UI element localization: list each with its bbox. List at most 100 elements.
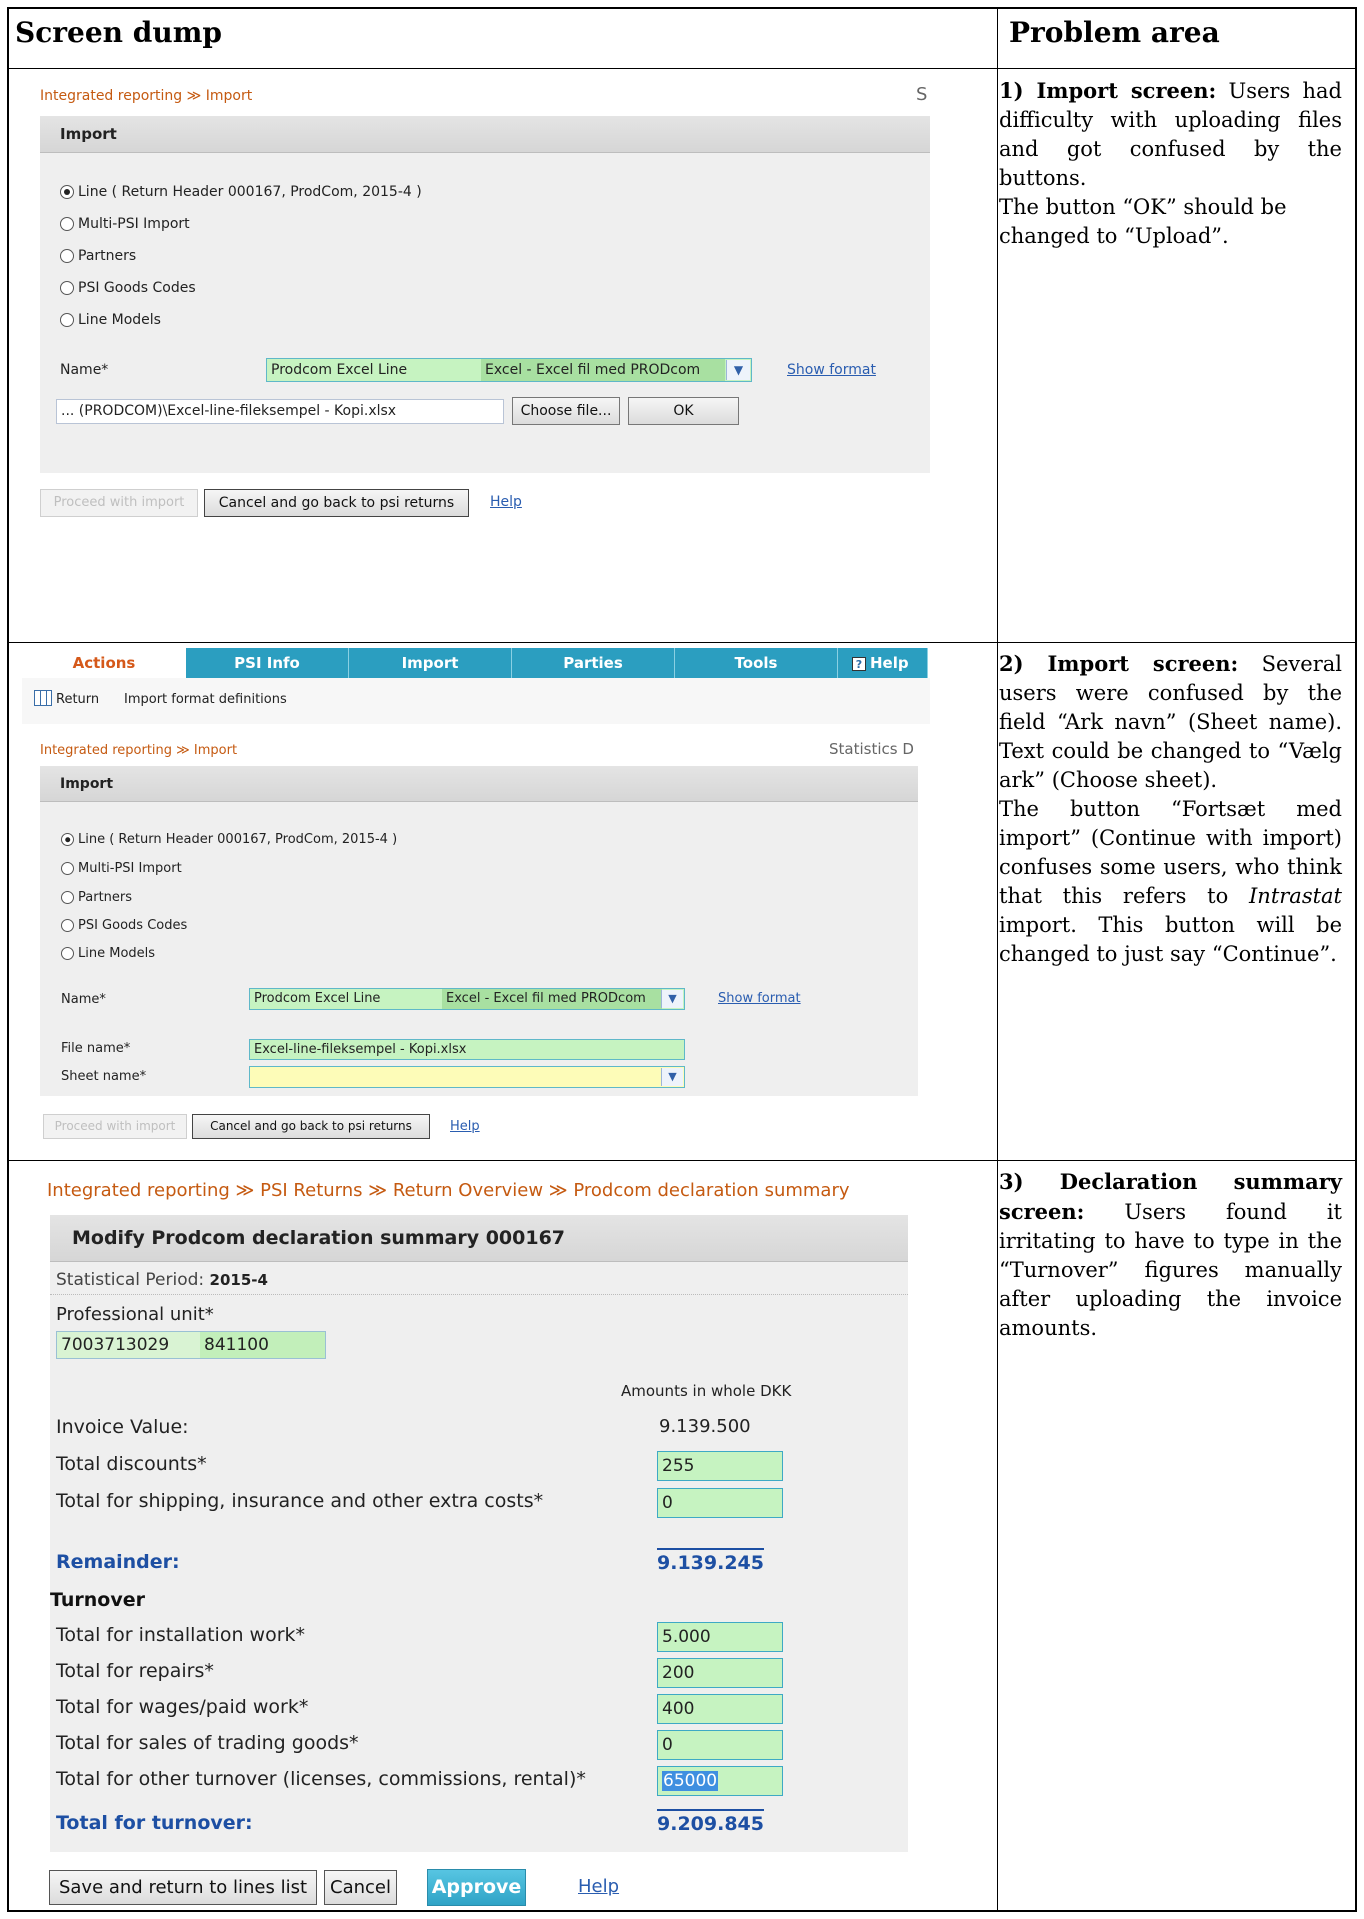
- toolbar-return[interactable]: Return: [56, 692, 99, 707]
- problem-2-title: 2) Import screen:: [999, 651, 1239, 676]
- breadcrumb-item[interactable]: Import: [206, 88, 252, 104]
- breadcrumb: Integrated reporting ≫ PSI Returns ≫ Ret…: [47, 1180, 850, 1201]
- radio-label: PSI Goods Codes: [78, 280, 196, 296]
- name-select[interactable]: Prodcom Excel Line Excel - Excel fil med…: [249, 988, 685, 1010]
- breadcrumb-item[interactable]: Prodcom declaration summary: [573, 1180, 849, 1201]
- radio-icon: [61, 862, 74, 875]
- professional-unit-number: 7003713029: [61, 1335, 170, 1355]
- tab-help[interactable]: ? Help: [838, 648, 928, 678]
- breadcrumb-item[interactable]: Return Overview: [393, 1180, 543, 1201]
- chevron-down-icon[interactable]: ▼: [726, 360, 750, 380]
- radio-partners[interactable]: Partners: [60, 248, 136, 264]
- problem-1-title: 1) Import screen:: [999, 78, 1217, 103]
- professional-unit-field: 7003713029 841100: [56, 1331, 326, 1359]
- toolbar: Return Import format definitions: [22, 678, 930, 724]
- problem-2-emphasis: Intrastat: [1249, 884, 1342, 908]
- chevron-down-icon[interactable]: ▼: [661, 990, 683, 1008]
- divider: [50, 1294, 908, 1295]
- radio-label: Partners: [78, 890, 133, 905]
- cancel-back-button[interactable]: Cancel and go back to psi returns: [192, 1114, 430, 1139]
- name-label: Name*: [60, 362, 109, 378]
- name-select-sub: Excel - Excel fil med PRODcom: [481, 359, 725, 381]
- help-link[interactable]: Help: [490, 494, 522, 510]
- breadcrumb-separator-icon: ≫: [186, 88, 202, 104]
- breadcrumb-item[interactable]: Integrated reporting: [47, 1180, 230, 1201]
- column-divider: [997, 9, 998, 1910]
- name-label: Name*: [61, 992, 106, 1007]
- help-icon: ?: [852, 657, 866, 671]
- breadcrumb: Integrated reporting ≫ Import: [40, 88, 252, 104]
- breadcrumb-item[interactable]: Import: [194, 743, 237, 758]
- save-return-button[interactable]: Save and return to lines list: [49, 1870, 317, 1905]
- name-select-sub: Excel - Excel fil med PRODcom: [442, 989, 662, 1009]
- radio-line[interactable]: Line ( Return Header 000167, ProdCom, 20…: [60, 184, 422, 200]
- approve-button[interactable]: Approve: [427, 1869, 526, 1906]
- radio-label: Line ( Return Header 000167, ProdCom, 20…: [78, 184, 422, 200]
- tab-import[interactable]: Import: [349, 648, 512, 678]
- tab-tools[interactable]: Tools: [675, 648, 838, 678]
- other-turnover-field[interactable]: 65000: [657, 1766, 783, 1796]
- radio-partners[interactable]: Partners: [61, 890, 132, 905]
- shipping-label: Total for shipping, insurance and other …: [56, 1490, 544, 1512]
- breadcrumb-separator-icon: ≫: [368, 1180, 388, 1201]
- repairs-field[interactable]: 200: [657, 1658, 783, 1688]
- name-select[interactable]: Prodcom Excel Line Excel - Excel fil med…: [266, 358, 752, 382]
- radio-label: PSI Goods Codes: [78, 918, 188, 933]
- toolbar-import-format[interactable]: Import format definitions: [124, 692, 287, 707]
- help-link[interactable]: Help: [450, 1119, 480, 1134]
- breadcrumb-item[interactable]: Integrated reporting: [40, 88, 182, 104]
- total-discounts-label: Total discounts*: [56, 1453, 207, 1475]
- breadcrumb-separator-icon: ≫: [548, 1180, 568, 1201]
- tab-psi-info[interactable]: PSI Info: [186, 648, 349, 678]
- show-format-link[interactable]: Show format: [718, 991, 801, 1006]
- radio-line-models[interactable]: Line Models: [60, 312, 161, 328]
- choose-file-button[interactable]: Choose file...: [512, 397, 620, 425]
- turnover-heading: Turnover: [50, 1589, 145, 1611]
- radio-psi-goods-codes[interactable]: PSI Goods Codes: [60, 280, 196, 296]
- breadcrumb-item[interactable]: PSI Returns: [260, 1180, 362, 1201]
- radio-line-models[interactable]: Line Models: [61, 946, 155, 961]
- radio-label: Line Models: [78, 946, 156, 961]
- other-turnover-label: Total for other turnover (licenses, comm…: [56, 1768, 586, 1790]
- professional-unit-code: 841100: [200, 1332, 325, 1358]
- show-format-link[interactable]: Show format: [787, 362, 876, 378]
- statistical-period: Statistical Period: 2015-4: [56, 1270, 268, 1290]
- radio-psi-goods-codes[interactable]: PSI Goods Codes: [61, 918, 187, 933]
- row-divider: [9, 68, 1355, 69]
- radio-line[interactable]: Line ( Return Header 000167, ProdCom, 20…: [61, 832, 397, 847]
- table-icon: [34, 690, 52, 706]
- file-name-field[interactable]: Excel-line-fileksempel - Kopi.xlsx: [249, 1039, 685, 1060]
- professional-unit-label: Professional unit*: [56, 1304, 214, 1325]
- installation-label: Total for installation work*: [56, 1624, 306, 1646]
- header-cut-text: Statistics D: [829, 740, 914, 758]
- sheet-name-select[interactable]: ▼: [249, 1066, 685, 1088]
- main-menu: Actions PSI Info Import Parties Tools ? H…: [22, 648, 930, 678]
- proceed-with-import-button[interactable]: Proceed with import: [43, 1114, 187, 1139]
- tab-actions[interactable]: Actions: [22, 648, 186, 678]
- trading-goods-field[interactable]: 0: [657, 1730, 783, 1760]
- wages-field[interactable]: 400: [657, 1694, 783, 1724]
- problem-1: 1) Import screen: Users had difficulty w…: [999, 76, 1342, 251]
- breadcrumb-item[interactable]: Integrated reporting: [40, 743, 172, 758]
- help-link[interactable]: Help: [578, 1876, 619, 1897]
- shipping-field[interactable]: 0: [657, 1488, 783, 1518]
- file-path-field[interactable]: ... (PRODCOM)\Excel-line-fileksempel - K…: [56, 399, 504, 424]
- radio-multi-psi[interactable]: Multi-PSI Import: [61, 861, 182, 876]
- invoice-value: 9.139.500: [659, 1416, 751, 1437]
- radio-icon: [60, 313, 74, 327]
- proceed-with-import-button[interactable]: Proceed with import: [40, 489, 198, 517]
- problem-2-text2b: import. This button will be changed to j…: [999, 913, 1342, 966]
- cancel-button[interactable]: Cancel: [324, 1870, 397, 1905]
- radio-multi-psi[interactable]: Multi-PSI Import: [60, 216, 190, 232]
- installation-field[interactable]: 5.000: [657, 1622, 783, 1652]
- remainder-value: 9.139.245: [657, 1548, 764, 1574]
- total-discounts-field[interactable]: 255: [657, 1451, 783, 1481]
- tab-help-label: Help: [870, 654, 909, 672]
- tab-parties[interactable]: Parties: [512, 648, 675, 678]
- chevron-down-icon[interactable]: ▼: [661, 1068, 683, 1086]
- cancel-back-button[interactable]: Cancel and go back to psi returns: [204, 489, 469, 517]
- ok-button[interactable]: OK: [628, 397, 739, 425]
- breadcrumb-separator-icon: ≫: [235, 1180, 255, 1201]
- breadcrumb-separator-icon: ≫: [176, 743, 190, 758]
- radio-selected-icon: [61, 833, 74, 846]
